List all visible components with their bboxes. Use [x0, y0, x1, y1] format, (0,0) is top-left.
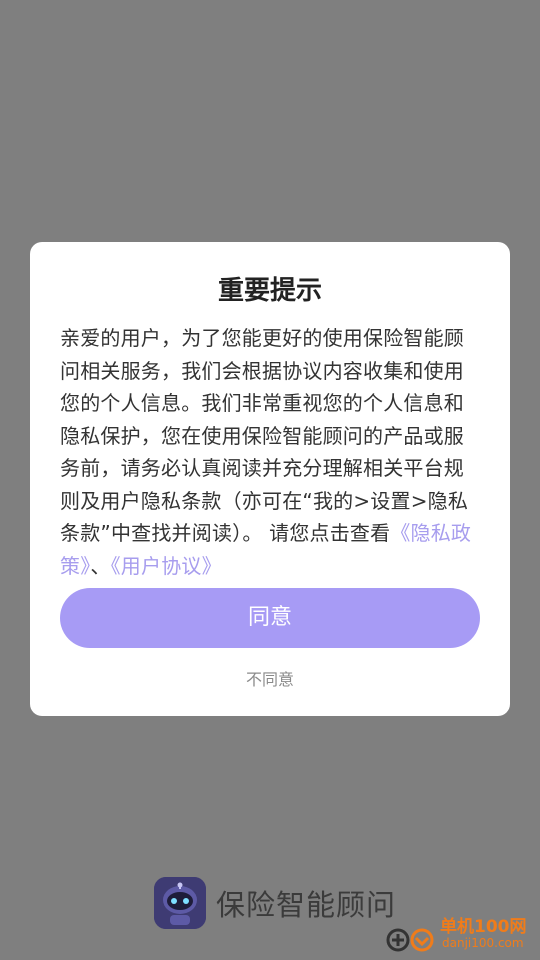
watermark-logo-icon — [386, 928, 434, 952]
privacy-dialog: 重要提示 亲爱的用户，为了您能更好的使用保险智能顾问相关服务，我们会根据协议内容… — [30, 242, 510, 716]
robot-icon — [154, 877, 206, 929]
brand-name: 保险智能顾问 — [216, 888, 397, 922]
dialog-body-text: 亲爱的用户，为了您能更好的使用保险智能顾问相关服务，我们会根据协议内容收集和使用… — [60, 326, 469, 545]
watermark-title: 单机100网 — [440, 917, 527, 937]
link-separator: 、 — [90, 553, 111, 578]
app-brand: 保险智能顾问 — [154, 876, 396, 930]
agree-button[interactable]: 同意 — [60, 588, 480, 648]
site-watermark: 单机100网 danji100.com — [386, 912, 536, 958]
dialog-body: 亲爱的用户，为了您能更好的使用保险智能顾问相关服务，我们会根据协议内容收集和使用… — [60, 322, 480, 582]
disagree-button[interactable]: 不同意 — [30, 666, 510, 694]
dialog-title: 重要提示 — [217, 276, 322, 306]
watermark-url: danji100.com — [442, 936, 524, 950]
user-agreement-link[interactable]: 《用户协议》 — [111, 554, 222, 578]
